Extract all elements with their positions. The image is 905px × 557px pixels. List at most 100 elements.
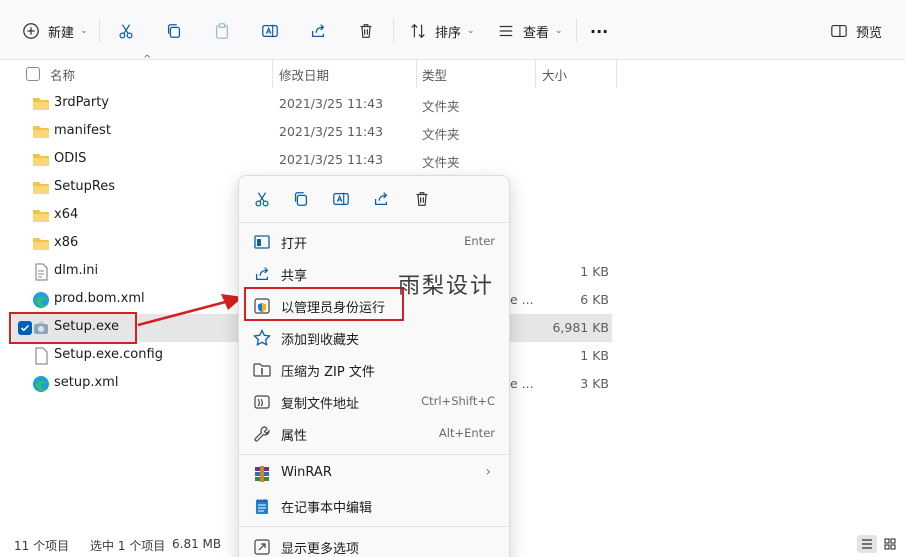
tiles-view-button[interactable] [880, 535, 900, 553]
copy-action[interactable] [290, 188, 312, 210]
sort-ascending-icon: ^ [143, 54, 152, 65]
status-bar: 11 个项目 选中 1 个项目 6.81 MB [0, 532, 905, 557]
file-name: x64 [54, 207, 79, 222]
column-divider[interactable] [535, 60, 536, 88]
folder-icon [33, 210, 49, 222]
rename-button[interactable] [259, 16, 281, 46]
menu-item-add-favorite[interactable]: 添加到收藏夹 [243, 324, 507, 352]
scissors-icon [255, 192, 269, 207]
file-size: 1 KB [580, 264, 609, 279]
share-icon [307, 20, 329, 42]
column-name[interactable]: 名称 [50, 65, 75, 84]
command-bar: 新建 ⌄ 排序 ⌄ 查看 ⌄ ··· 预览 [0, 0, 905, 60]
menu-item-label: 在记事本中编辑 [281, 501, 373, 516]
preview-pane-button[interactable]: 预览 [828, 16, 882, 46]
more-dots-icon: ··· [590, 21, 609, 41]
copy-icon [163, 20, 185, 42]
menu-item-label: WinRAR [281, 465, 332, 480]
menu-item-label: 压缩为 ZIP 文件 [281, 365, 375, 380]
toolbar-divider [576, 18, 577, 42]
menu-item-shortcut: Alt+Enter [438, 426, 495, 440]
menu-item-open[interactable]: 打开 Enter [243, 228, 507, 256]
menu-divider [239, 222, 509, 223]
column-date[interactable]: 修改日期 [279, 65, 329, 84]
plus-circle-icon [20, 20, 42, 42]
file-type: e ... [510, 376, 534, 391]
paste-button[interactable] [211, 16, 233, 46]
winrar-icon [255, 466, 269, 482]
annotation-box-run-as-admin [244, 287, 404, 321]
menu-item-compress-zip[interactable]: 压缩为 ZIP 文件 [243, 356, 507, 384]
menu-item-label: 复制文件地址 [281, 397, 360, 412]
rename-icon [259, 20, 281, 42]
selected-size: 6.81 MB [172, 537, 222, 551]
file-date: 2021/3/25 11:43 [279, 124, 384, 139]
menu-item-copy-path[interactable]: 复制文件地址 Ctrl+Shift+C [243, 388, 507, 416]
file-size: 6,981 KB [552, 320, 609, 335]
wrench-icon [254, 426, 270, 442]
notepad-icon [256, 499, 268, 514]
preview-pane-icon [828, 20, 850, 42]
menu-item-label: 共享 [281, 269, 308, 284]
menu-item-edit-notepad[interactable]: 在记事本中编辑 [243, 492, 507, 520]
clipboard-icon [211, 20, 233, 42]
menu-item-label: 属性 [281, 429, 308, 444]
column-divider[interactable] [416, 60, 417, 88]
delete-button[interactable] [355, 16, 377, 46]
select-all-checkbox[interactable] [26, 67, 40, 81]
file-row[interactable]: ODIS 2021/3/25 11:43 文件夹 [12, 146, 612, 174]
copy-button[interactable] [163, 16, 185, 46]
trash-icon [416, 192, 428, 206]
column-size[interactable]: 大小 [542, 65, 567, 84]
cut-button[interactable] [115, 16, 137, 46]
rename-icon [333, 192, 349, 206]
view-label: 查看 [523, 25, 550, 41]
star-icon [253, 329, 271, 347]
menu-divider [239, 526, 509, 527]
more-button[interactable]: ··· [590, 16, 608, 46]
chevron-down-icon: ⌄ [555, 26, 563, 36]
file-icon [35, 347, 48, 365]
edge-icon [33, 376, 49, 392]
menu-item-shortcut: Enter [464, 234, 495, 248]
selected-count: 选中 1 个项目 [90, 539, 166, 553]
share-button[interactable] [307, 16, 329, 46]
file-date: 2021/3/25 11:43 [279, 152, 384, 167]
trash-icon [355, 20, 377, 42]
delete-action[interactable] [411, 188, 433, 210]
file-name: setup.xml [54, 375, 119, 390]
preview-label: 预览 [856, 25, 883, 41]
share-icon [255, 267, 269, 281]
menu-item-properties[interactable]: 属性 Alt+Enter [243, 420, 507, 448]
file-name: Setup.exe.config [54, 347, 163, 362]
file-name: prod.bom.xml [54, 291, 145, 306]
rename-action[interactable] [330, 188, 352, 210]
file-name: SetupRes [54, 179, 116, 194]
chevron-down-icon: ⌄ [80, 26, 88, 36]
file-type: e ... [510, 292, 534, 307]
column-divider[interactable] [272, 60, 273, 88]
folder-icon [33, 126, 49, 138]
file-name: ODIS [54, 151, 87, 166]
list-view-icon [495, 20, 517, 42]
watermark-text: 雨梨设计 [398, 274, 495, 299]
cut-action[interactable] [251, 188, 273, 210]
sort-button[interactable]: 排序 ⌄ [407, 16, 475, 46]
file-size: 6 KB [580, 292, 609, 307]
edge-icon [33, 292, 49, 308]
menu-item-winrar[interactable]: WinRAR › [243, 460, 507, 488]
folder-icon [33, 238, 49, 250]
toolbar-divider [99, 18, 100, 42]
share-action[interactable] [370, 188, 392, 210]
context-menu: 打开 Enter 共享 以管理员身份运行 添加到收藏夹 压缩为 ZIP 文件 复… [238, 175, 510, 557]
file-row[interactable]: 3rdParty 2021/3/25 11:43 文件夹 [12, 90, 612, 118]
file-type: 文件夹 [422, 127, 460, 142]
scissors-icon [115, 20, 137, 42]
file-row[interactable]: manifest 2021/3/25 11:43 文件夹 [12, 118, 612, 146]
new-button[interactable]: 新建 ⌄ [20, 16, 88, 46]
column-type[interactable]: 类型 [422, 65, 447, 84]
column-divider[interactable] [616, 60, 617, 88]
annotation-box-setup [9, 312, 137, 344]
view-button[interactable]: 查看 ⌄ [495, 16, 563, 46]
details-view-button[interactable] [857, 535, 877, 553]
